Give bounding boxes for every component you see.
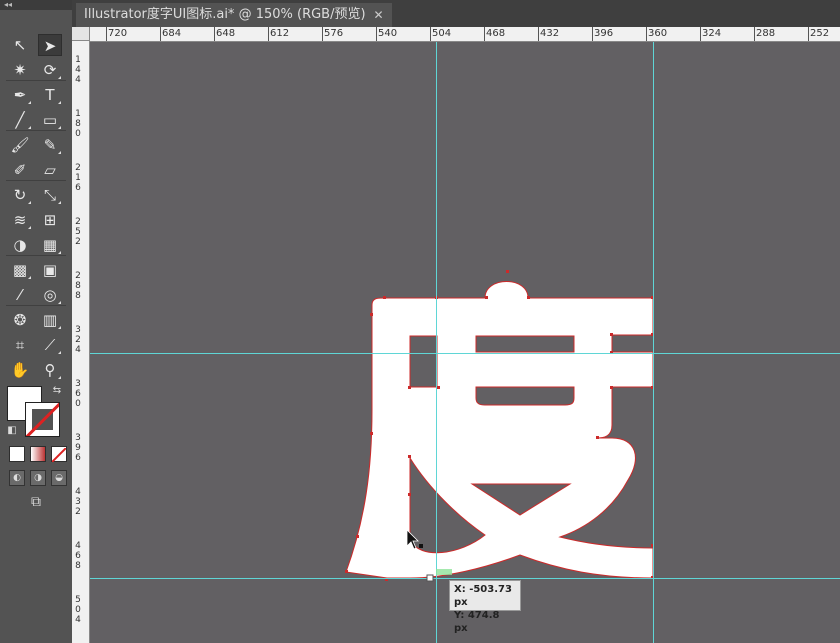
ruler-label: 360 bbox=[648, 28, 668, 39]
selection-tool[interactable]: ↖ bbox=[8, 34, 32, 56]
width-tool[interactable]: ≋ bbox=[8, 209, 32, 231]
mesh-tool[interactable]: ▩ bbox=[8, 259, 32, 281]
ruler-label: 324 bbox=[75, 325, 81, 355]
ruler-label: 504 bbox=[432, 28, 452, 39]
lasso-tool[interactable]: ⟳ bbox=[38, 59, 62, 81]
ruler-label: 360 bbox=[75, 379, 81, 409]
tools-panel: ◂◂ ↖ ➤ ✷ ⟳ ✒ T ╱ ▭ 🖌 ✎ ✐ ▱ ↻ ⤡ ≋ ⊞ ◑ ▦ ▩ ▣ ⁄ ◎ ❂ ▥ ⌗ ⟋ ✋ ⚲ ⇆ ◧ ◐ ◑ … bbox=[0, 0, 73, 643]
draw-normal-button[interactable]: ◐ bbox=[9, 470, 25, 486]
tool-group-divider bbox=[6, 180, 66, 181]
glyph-du[interactable] bbox=[345, 270, 654, 581]
ruler-origin-corner[interactable] bbox=[72, 27, 90, 41]
ruler-label: 144 bbox=[75, 55, 81, 85]
artboard-canvas[interactable] bbox=[90, 42, 840, 643]
ruler-label: 468 bbox=[486, 28, 506, 39]
screen-mode-icon[interactable]: ⧉ bbox=[26, 495, 46, 509]
stroke-color-swatch[interactable] bbox=[25, 402, 60, 437]
ruler-label: 396 bbox=[594, 28, 614, 39]
ruler-label: 720 bbox=[108, 28, 128, 39]
ruler-label: 180 bbox=[75, 109, 81, 139]
scale-tool[interactable]: ⤡ bbox=[38, 184, 62, 206]
ruler-label: 432 bbox=[75, 487, 81, 517]
symbol-sprayer-tool[interactable]: ❂ bbox=[8, 309, 32, 331]
ruler-label: 216 bbox=[75, 163, 81, 193]
ruler-label: 612 bbox=[270, 28, 290, 39]
ruler-label: 540 bbox=[378, 28, 398, 39]
coordinate-tooltip: X: -503.73 px Y: 474.8 px bbox=[449, 580, 521, 634]
eyedropper-tool[interactable]: ⁄ bbox=[8, 284, 32, 306]
line-segment-tool[interactable]: ╱ bbox=[8, 109, 32, 131]
default-colors-icon[interactable]: ◧ bbox=[5, 424, 19, 438]
document-tab-title: Illustrator度字UI图标.ai* @ 150% (RGB/预览) bbox=[84, 7, 366, 22]
panel-collapse-button[interactable]: ◂◂ bbox=[0, 0, 72, 10]
ruler-label: 576 bbox=[324, 28, 344, 39]
x-coordinate-readout: X: -503.73 px bbox=[454, 584, 512, 608]
y-coordinate-readout: Y: 474.8 px bbox=[454, 610, 500, 634]
gradient-mode-button[interactable] bbox=[30, 446, 46, 462]
document-tab[interactable]: Illustrator度字UI图标.ai* @ 150% (RGB/预览) ✕ bbox=[76, 3, 392, 27]
ruler-label: 648 bbox=[216, 28, 236, 39]
ruler-label: 432 bbox=[540, 28, 560, 39]
close-tab-icon[interactable]: ✕ bbox=[373, 3, 383, 27]
tool-group-divider bbox=[6, 80, 66, 81]
perspective-grid-tool[interactable]: ▦ bbox=[38, 234, 62, 256]
zoom-tool[interactable]: ⚲ bbox=[38, 359, 62, 381]
draw-inside-button[interactable]: ◒ bbox=[51, 470, 67, 486]
vertical-ruler[interactable]: 144 180 216 252 288 324 360 396 432 468 504 bbox=[72, 41, 90, 643]
blend-tool[interactable]: ◎ bbox=[38, 284, 62, 306]
rotate-tool[interactable]: ↻ bbox=[8, 184, 32, 206]
glyph-outline[interactable] bbox=[345, 281, 654, 579]
magic-wand-tool[interactable]: ✷ bbox=[8, 59, 32, 81]
type-tool[interactable]: T bbox=[38, 84, 62, 106]
draw-behind-button[interactable]: ◑ bbox=[30, 470, 46, 486]
ruler-label: 252 bbox=[75, 217, 81, 247]
none-slash-icon bbox=[51, 447, 67, 463]
paintbrush-tool[interactable]: 🖌 bbox=[8, 134, 32, 156]
column-graph-tool[interactable]: ▥ bbox=[38, 309, 62, 331]
artwork-svg bbox=[90, 42, 840, 643]
rectangle-tool[interactable]: ▭ bbox=[38, 109, 62, 131]
swap-colors-icon[interactable]: ⇆ bbox=[50, 384, 64, 398]
anchor-highlight bbox=[436, 569, 452, 575]
ruler-label: 288 bbox=[75, 271, 81, 301]
slice-tool[interactable]: ⟋ bbox=[38, 334, 62, 356]
tool-group-divider bbox=[6, 130, 66, 131]
ruler-label: 252 bbox=[810, 28, 830, 39]
artboard-tool[interactable]: ⌗ bbox=[8, 334, 32, 356]
ruler-label: 684 bbox=[162, 28, 182, 39]
ruler-label: 288 bbox=[756, 28, 776, 39]
ruler-label: 504 bbox=[75, 595, 81, 625]
tool-group-divider bbox=[6, 255, 66, 256]
document-tab-bar: Illustrator度字UI图标.ai* @ 150% (RGB/预览) ✕ bbox=[72, 0, 840, 27]
direct-selection-tool[interactable]: ➤ bbox=[38, 34, 62, 56]
ruler-label: 468 bbox=[75, 541, 81, 571]
none-mode-button[interactable] bbox=[51, 446, 67, 463]
ruler-label: 396 bbox=[75, 433, 81, 463]
color-mode-button[interactable] bbox=[9, 446, 25, 462]
tool-group-divider bbox=[6, 305, 66, 306]
horizontal-ruler[interactable]: 720 684 648 612 576 540 504 468 432 396 360 324 288 2… bbox=[90, 27, 840, 42]
ruler-label: 324 bbox=[702, 28, 722, 39]
gradient-tool[interactable]: ▣ bbox=[38, 259, 62, 281]
hand-tool[interactable]: ✋ bbox=[8, 359, 32, 381]
blob-brush-tool[interactable]: ✐ bbox=[8, 159, 32, 181]
free-transform-tool[interactable]: ⊞ bbox=[38, 209, 62, 231]
smart-guide-point bbox=[426, 574, 434, 582]
pencil-tool[interactable]: ✎ bbox=[38, 134, 62, 156]
eraser-tool[interactable]: ▱ bbox=[38, 159, 62, 181]
pen-tool[interactable]: ✒ bbox=[8, 84, 32, 106]
shape-builder-tool[interactable]: ◑ bbox=[8, 234, 32, 256]
